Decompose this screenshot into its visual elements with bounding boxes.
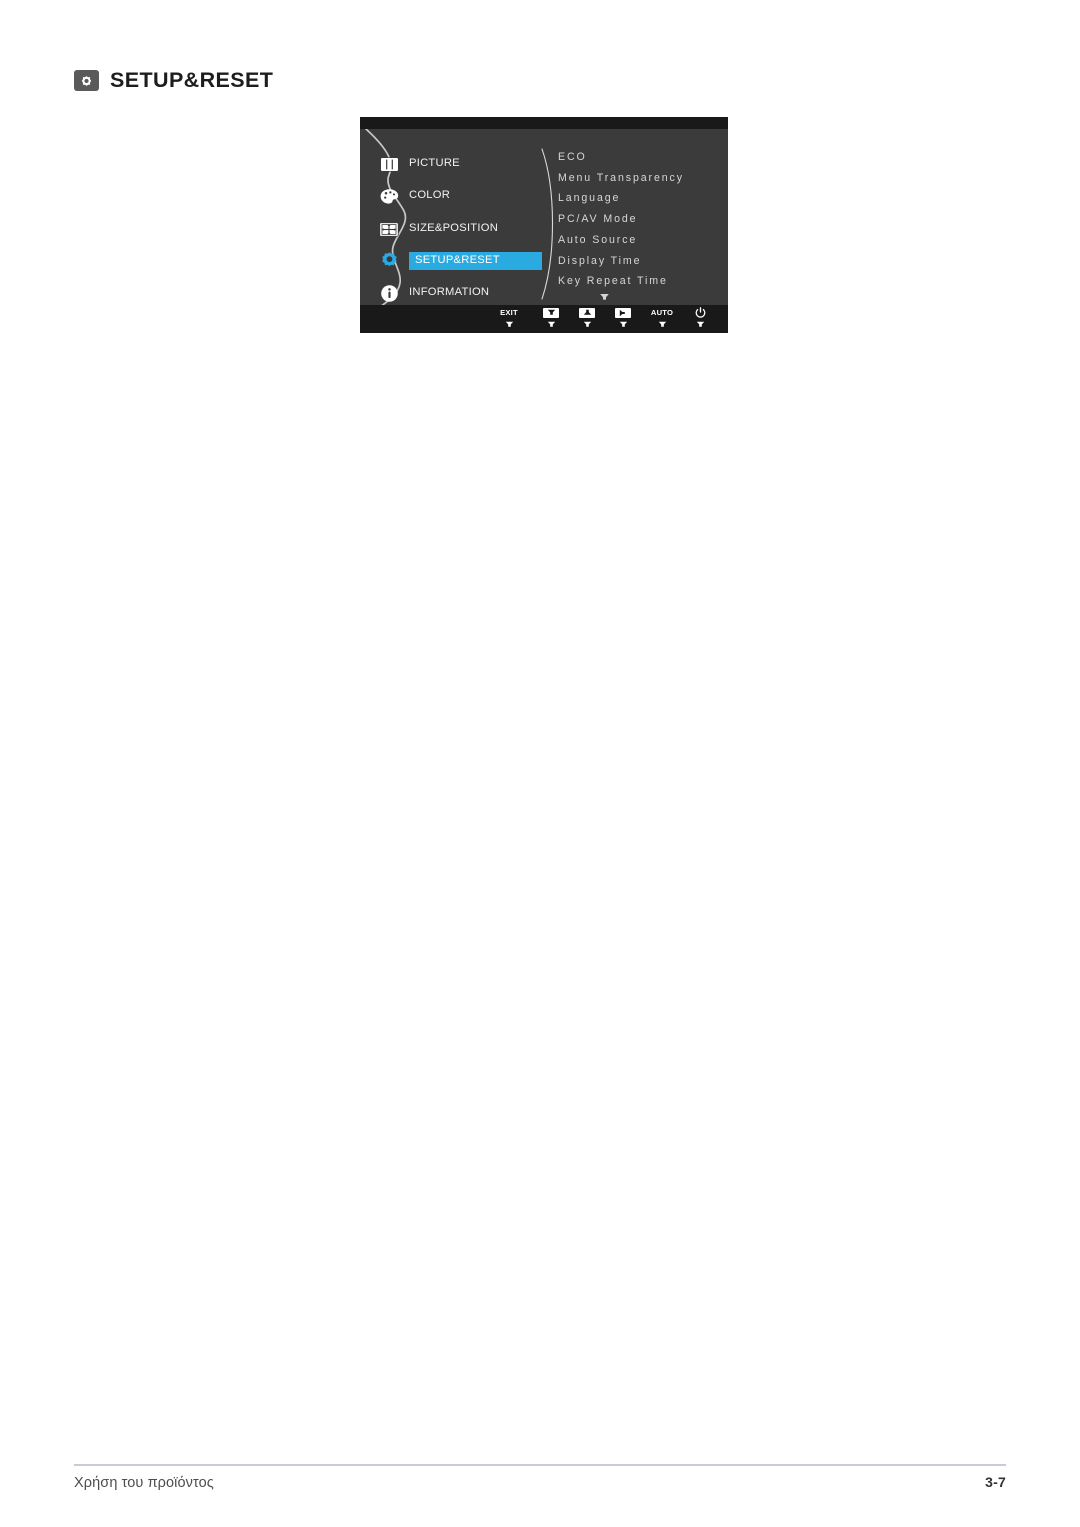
chevron-down-icon <box>603 320 643 328</box>
sidebar-item-information[interactable]: INFORMATION <box>378 282 489 304</box>
osd-button-exit[interactable]: EXIT <box>489 307 529 328</box>
sidebar-item-label: SIZE&POSITION <box>409 222 499 235</box>
page-footer: Χρήση του προϊόντος 3-7 <box>74 1474 1006 1491</box>
osd-sidebar: PICTURE COLOR SIZE&POSITION SETUP&RESET … <box>360 129 550 317</box>
osd-title-bar <box>360 117 728 129</box>
chevron-down-icon <box>567 320 607 328</box>
menu-item-display-time[interactable]: Display Time <box>558 251 723 272</box>
sidebar-item-setup-reset[interactable]: SETUP&RESET <box>378 250 542 272</box>
down-arrow-icon <box>531 307 571 318</box>
chevron-down-icon[interactable] <box>558 293 650 301</box>
osd-menu-list: ECO Menu Transparency Language PC/AV Mod… <box>558 147 723 301</box>
right-arrow-icon <box>603 307 643 318</box>
sidebar-item-label: INFORMATION <box>409 286 490 299</box>
osd-button-down[interactable] <box>531 307 571 328</box>
sidebar-item-label: COLOR <box>409 189 451 202</box>
chevron-down-icon <box>642 320 682 328</box>
footer-divider <box>74 1464 1006 1466</box>
page-number: 3-7 <box>985 1474 1006 1490</box>
page-title: SETUP&RESET <box>110 68 274 92</box>
osd-button-label: AUTO <box>650 308 674 317</box>
sidebar-item-size-position[interactable]: SIZE&POSITION <box>378 218 498 240</box>
osd-button-enter[interactable] <box>603 307 643 328</box>
chevron-down-icon <box>531 320 571 328</box>
size-position-icon <box>378 218 400 240</box>
osd-body: PICTURE COLOR SIZE&POSITION SETUP&RESET … <box>360 129 728 317</box>
chevron-down-icon <box>680 320 720 328</box>
chevron-down-icon <box>489 320 529 328</box>
sidebar-item-picture[interactable]: PICTURE <box>378 153 460 175</box>
menu-item-auto-source[interactable]: Auto Source <box>558 230 723 251</box>
gear-icon <box>378 250 400 272</box>
osd-panel: PICTURE COLOR SIZE&POSITION SETUP&RESET … <box>360 117 728 333</box>
menu-item-key-repeat-time[interactable]: Key Repeat Time <box>558 271 723 292</box>
sidebar-item-color[interactable]: COLOR <box>378 185 450 207</box>
osd-button-power[interactable] <box>680 307 720 328</box>
osd-control-bar: EXIT AUTO <box>360 305 728 333</box>
menu-item-eco[interactable]: ECO <box>558 147 723 168</box>
page-header: SETUP&RESET <box>74 68 274 92</box>
power-icon <box>680 307 720 318</box>
menu-item-language[interactable]: Language <box>558 188 723 209</box>
osd-button-up[interactable] <box>567 307 607 328</box>
menu-item-pc-av-mode[interactable]: PC/AV Mode <box>558 209 723 230</box>
picture-bars-icon <box>378 153 400 175</box>
up-arrow-icon <box>567 307 607 318</box>
sidebar-item-label: SETUP&RESET <box>409 251 542 271</box>
setup-reset-icon <box>74 70 99 92</box>
footer-section-label: Χρήση του προϊόντος <box>74 1475 214 1491</box>
menu-item-menu-transparency[interactable]: Menu Transparency <box>558 168 723 189</box>
osd-button-auto[interactable]: AUTO <box>642 307 682 328</box>
color-palette-icon <box>378 185 400 207</box>
osd-button-label: EXIT <box>500 308 518 317</box>
info-circle-icon <box>378 282 400 304</box>
sidebar-item-label: PICTURE <box>409 157 460 170</box>
